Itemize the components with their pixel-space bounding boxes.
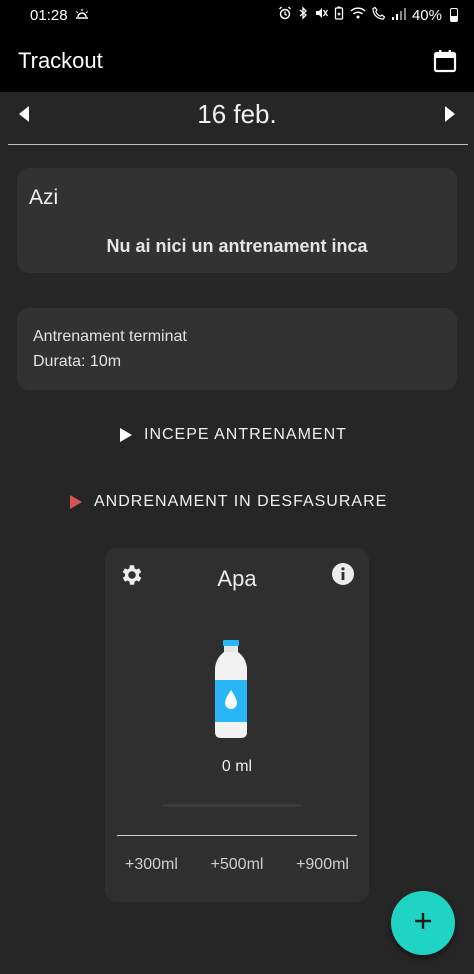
add-900ml-button[interactable]: +900ml [296,856,349,874]
app-title: Trackout [18,48,103,73]
call-icon [372,6,386,24]
status-right: 40% [278,6,458,24]
info-icon[interactable] [331,562,355,586]
status-bar: 01:28 40% [0,0,474,30]
status-left: 01:28 [30,7,90,24]
date-divider [8,144,468,145]
water-divider [117,835,357,836]
current-date[interactable]: 16 feb. [197,99,277,130]
status-time: 01:28 [30,6,68,24]
finished-workout-duration: Durata: 10m [33,353,122,370]
finished-workout-status: Antrenament terminat [33,328,187,345]
play-red-icon [70,495,82,509]
wifi-icon [350,6,366,24]
mute-icon [314,6,329,24]
water-progress-bar [163,804,301,807]
play-icon [120,428,132,442]
quick-add-row: +300ml +500ml +900ml [125,856,349,874]
today-card: Azi Nu ai nici un antrenament inca [17,168,457,273]
finished-workout-card[interactable]: Antrenament terminat Durata: 10m [17,308,457,390]
date-navigator: 16 feb. [0,92,474,136]
add-button[interactable] [391,891,455,955]
arrow-left-icon[interactable] [14,104,34,124]
today-title: Azi [29,186,59,209]
battery-saver-icon [334,6,344,24]
add-500ml-button[interactable]: +500ml [211,856,264,874]
water-amount: 0 ml [221,758,253,775]
workout-in-progress-label: ANDRENAMENT IN DESFASURARE [94,493,388,510]
weather-icon [74,8,90,23]
battery-icon [450,8,458,22]
add-300ml-button[interactable]: +300ml [125,856,178,874]
battery-percent: 40% [411,6,442,24]
app-bar: Trackout [0,30,474,92]
workout-in-progress-button[interactable]: ANDRENAMENT IN DESFASURARE [70,493,387,511]
water-card: Apa 0 ml +300ml +500ml +900ml [105,548,369,902]
water-title: Apa [217,566,257,591]
signal-icon [391,7,406,24]
plus-icon [413,911,433,936]
bluetooth-icon [298,6,308,24]
start-workout-button[interactable]: INCEPE ANTRENAMENT [120,426,347,444]
no-workout-message: Nu ai nici un antrenament inca [106,236,368,256]
arrow-right-icon[interactable] [440,104,460,124]
water-bottle-icon[interactable] [214,640,248,740]
calendar-icon[interactable] [432,48,458,74]
start-workout-label: INCEPE ANTRENAMENT [144,426,347,443]
alarm-icon [278,6,292,24]
